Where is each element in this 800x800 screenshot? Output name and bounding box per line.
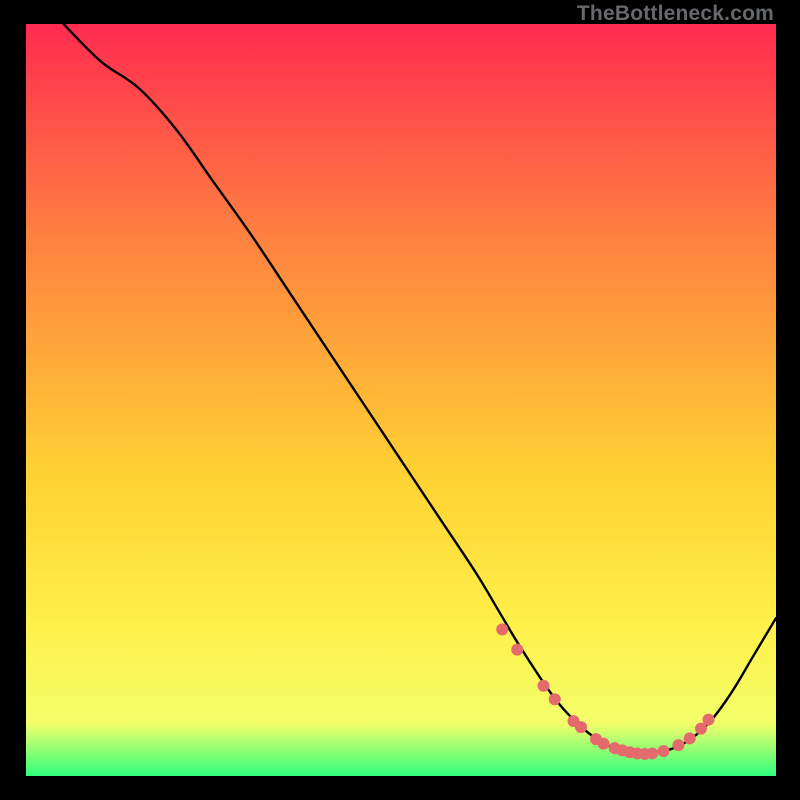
marker-dot <box>538 680 550 692</box>
bottleneck-chart <box>26 24 776 776</box>
watermark-text: TheBottleneck.com <box>577 2 774 26</box>
marker-dot <box>549 693 561 705</box>
marker-dot <box>511 644 523 656</box>
marker-dot <box>703 714 715 726</box>
gradient-background <box>26 24 776 776</box>
chart-frame <box>26 24 776 776</box>
marker-dot <box>598 738 610 750</box>
marker-dot <box>673 739 685 751</box>
marker-dot <box>575 721 587 733</box>
marker-dot <box>646 747 658 759</box>
marker-dot <box>658 745 670 757</box>
marker-dot <box>684 732 696 744</box>
marker-dot <box>496 623 508 635</box>
